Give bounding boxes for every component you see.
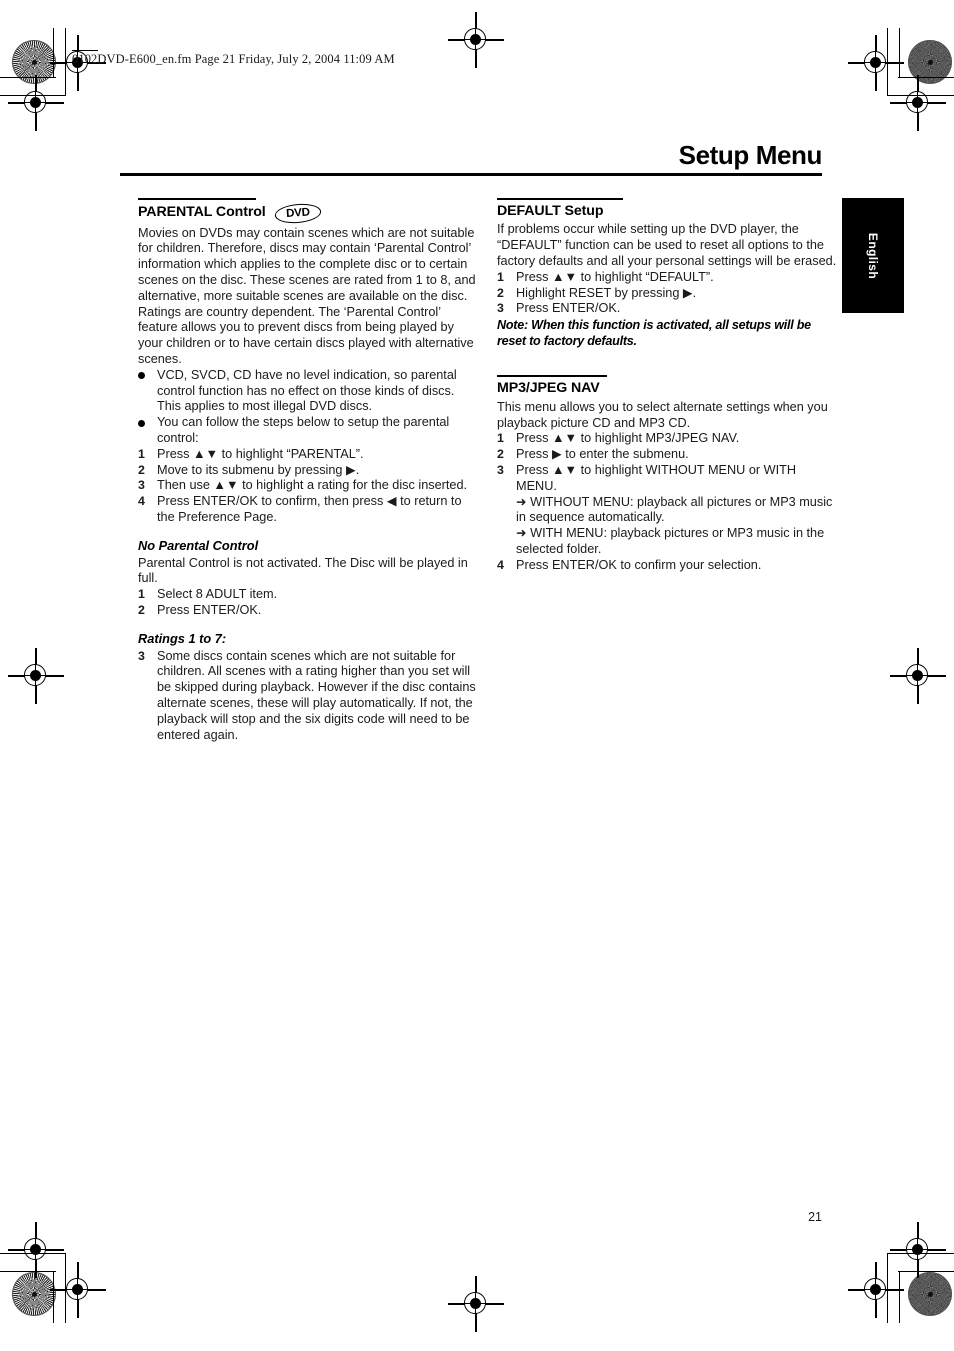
ratings-steps: 3 Some discs contain scenes which are no… bbox=[138, 649, 478, 744]
step-number: 3 bbox=[497, 301, 504, 316]
parental-control-heading: PARENTAL Control DVD bbox=[138, 202, 478, 225]
step-text: Move to its submenu by pressing ▶. bbox=[157, 462, 360, 477]
bullet-dot-icon bbox=[138, 419, 145, 427]
step-number: 2 bbox=[497, 447, 504, 462]
mp3-jpeg-nav-intro: This menu allows you to select alternate… bbox=[497, 399, 828, 430]
list-item: 2 Press ▶ to enter the submenu. bbox=[497, 447, 837, 463]
default-setup-section-rule bbox=[497, 198, 623, 200]
bullet-text: You can follow the steps below to setup … bbox=[157, 415, 450, 445]
list-item: 3 Some discs contain scenes which are no… bbox=[138, 649, 478, 744]
left-column: PARENTAL Control DVD Movies on DVDs may … bbox=[138, 198, 478, 743]
step-number: 4 bbox=[138, 494, 145, 509]
mp3-jpeg-nav-steps: 1 Press ▲▼ to highlight MP3/JPEG NAV. 2 … bbox=[497, 431, 837, 573]
list-item: 4 Press ENTER/OK to confirm, then press … bbox=[138, 494, 478, 526]
list-item: VCD, SVCD, CD have no level indication, … bbox=[138, 368, 478, 415]
list-item: 1 Select 8 ADULT item. bbox=[138, 587, 478, 603]
no-parental-control-heading: No Parental Control bbox=[138, 537, 259, 553]
list-item: 3 Press ENTER/OK. bbox=[497, 301, 837, 317]
list-item: 1 Press ▲▼ to highlight “PARENTAL”. bbox=[138, 447, 478, 463]
parental-control-section-rule bbox=[138, 198, 256, 200]
step-text: Highlight RESET by pressing ▶. bbox=[516, 285, 697, 300]
print-header-text: 0102DVD-E600_en.fm Page 21 Friday, July … bbox=[72, 52, 395, 66]
mp3-jpeg-nav-substep-with-menu: ➜ WITH MENU: playback pictures or MP3 mu… bbox=[516, 526, 825, 556]
step-text: Some discs contain scenes which are not … bbox=[157, 648, 476, 742]
step-text: Then use ▲▼ to highlight a rating for th… bbox=[157, 478, 468, 493]
page-number: 21 bbox=[808, 1210, 822, 1224]
step-text: Press ENTER/OK to confirm, then press ◀ … bbox=[157, 494, 462, 524]
bullet-dot-icon bbox=[138, 372, 145, 380]
bullet-text: VCD, SVCD, CD have no level indication, … bbox=[157, 367, 457, 414]
step-number: 3 bbox=[138, 478, 145, 493]
list-item: 2 Press ENTER/OK. bbox=[138, 603, 478, 619]
document-page: 0102DVD-E600_en.fm Page 21 Friday, July … bbox=[0, 0, 954, 1351]
no-parental-control-steps: 1 Select 8 ADULT item. 2 Press ENTER/OK. bbox=[138, 587, 478, 619]
list-item: 2 Move to its submenu by pressing ▶. bbox=[138, 463, 478, 479]
default-setup-heading-label: DEFAULT Setup bbox=[497, 202, 604, 219]
dvd-badge-icon: DVD bbox=[274, 202, 322, 225]
step-text: Press ▲▼ to highlight WITHOUT MENU or WI… bbox=[516, 462, 797, 493]
list-item: You can follow the steps below to setup … bbox=[138, 415, 478, 447]
step-text: Press ▶ to enter the submenu. bbox=[516, 447, 689, 462]
mp3-jpeg-nav-substep-without-menu: ➜ WITHOUT MENU: playback all pictures or… bbox=[516, 494, 833, 525]
step-number: 1 bbox=[138, 446, 145, 461]
language-tab-label: English bbox=[866, 232, 880, 279]
mp3-jpeg-nav-section-rule bbox=[497, 375, 607, 377]
step-text: Press ENTER/OK. bbox=[516, 301, 621, 316]
step-number: 3 bbox=[138, 648, 145, 663]
default-setup-steps: 1 Press ▲▼ to highlight “DEFAULT”. 2 Hig… bbox=[497, 270, 837, 317]
dvd-badge-label: DVD bbox=[284, 205, 311, 220]
list-item: 1 Press ▲▼ to highlight “DEFAULT”. bbox=[497, 270, 837, 286]
step-number: 1 bbox=[497, 431, 504, 446]
step-text: Press ENTER/OK to confirm your selection… bbox=[516, 557, 762, 572]
right-column: DEFAULT Setup If problems occur while se… bbox=[497, 198, 837, 574]
step-text: Press ▲▼ to highlight “DEFAULT”. bbox=[516, 269, 714, 284]
default-setup-intro: If problems occur while setting up the D… bbox=[497, 222, 837, 268]
default-setup-note: Note: When this function is activated, a… bbox=[497, 318, 811, 348]
default-setup-heading: DEFAULT Setup bbox=[497, 202, 837, 220]
step-text: Select 8 ADULT item. bbox=[157, 587, 278, 602]
language-tab: English bbox=[842, 198, 904, 313]
parental-control-intro: Movies on DVDs may contain scenes which … bbox=[138, 225, 476, 366]
parental-control-bullet-list: VCD, SVCD, CD have no level indication, … bbox=[138, 368, 478, 447]
list-item: 2 Highlight RESET by pressing ▶. bbox=[497, 286, 837, 302]
list-item: 1 Press ▲▼ to highlight MP3/JPEG NAV. bbox=[497, 431, 837, 447]
step-text: Press ENTER/OK. bbox=[157, 602, 262, 617]
parental-control-steps: 1 Press ▲▼ to highlight “PARENTAL”. 2 Mo… bbox=[138, 447, 478, 526]
parental-control-heading-label: PARENTAL Control bbox=[138, 204, 266, 221]
step-text: Press ▲▼ to highlight “PARENTAL”. bbox=[157, 446, 364, 461]
list-item: 3 Press ▲▼ to highlight WITHOUT MENU or … bbox=[497, 463, 837, 495]
step-number: 2 bbox=[138, 602, 145, 617]
step-number: 2 bbox=[497, 285, 504, 300]
step-number: 3 bbox=[497, 462, 504, 477]
list-item: 4 Press ENTER/OK to confirm your selecti… bbox=[497, 558, 837, 574]
mp3-jpeg-nav-heading-label: MP3/JPEG NAV bbox=[497, 379, 600, 396]
mp3-jpeg-nav-heading: MP3/JPEG NAV bbox=[497, 379, 837, 397]
step-text: Press ▲▼ to highlight MP3/JPEG NAV. bbox=[516, 431, 740, 446]
step-number: 1 bbox=[497, 269, 504, 284]
ratings-heading: Ratings 1 to 7: bbox=[138, 630, 227, 646]
step-number: 4 bbox=[497, 557, 504, 572]
list-item: 3 Then use ▲▼ to highlight a rating for … bbox=[138, 478, 478, 494]
step-number: 1 bbox=[138, 587, 145, 602]
page-title-rule bbox=[120, 173, 822, 176]
no-parental-control-body: Parental Control is not activated. The D… bbox=[138, 555, 468, 586]
page-title: Setup Menu bbox=[678, 140, 823, 170]
step-number: 2 bbox=[138, 462, 145, 477]
